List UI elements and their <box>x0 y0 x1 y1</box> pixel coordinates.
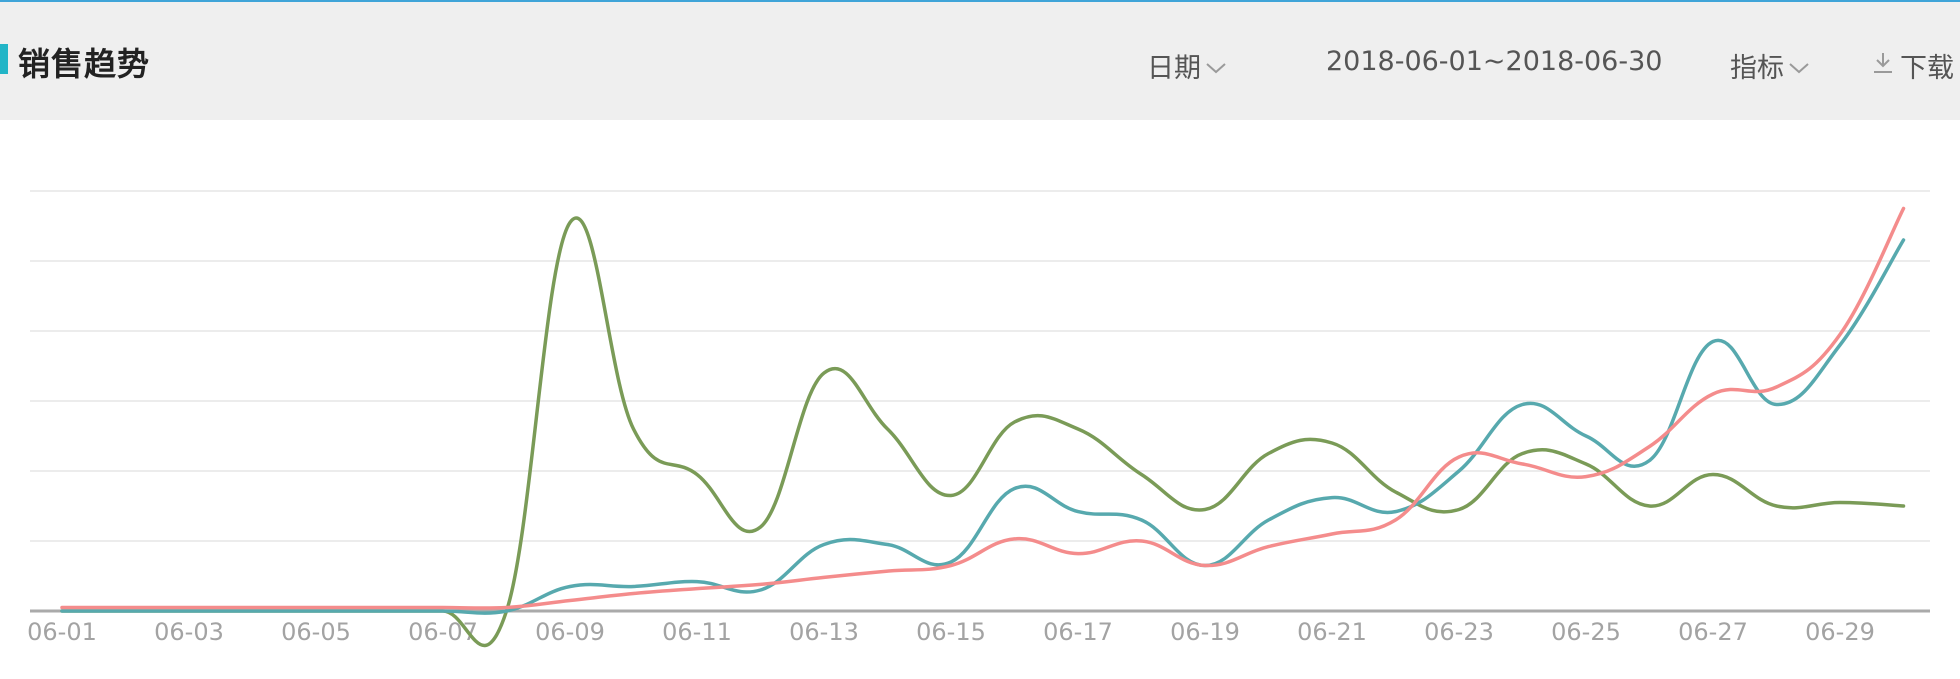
sales-trend-chart: 06-01 06-03 06-05 06-07 06-09 06-11 06-13 06-15… <box>0 120 1960 675</box>
x-tick-label: 06-13 <box>789 618 859 646</box>
chart-svg: 06-01 06-03 06-05 06-07 06-09 06-11 06-13 06-15… <box>27 190 1930 648</box>
x-tick-label: 06-25 <box>1551 618 1621 646</box>
series-line-3 <box>60 206 1906 610</box>
x-tick-label: 06-21 <box>1297 618 1367 646</box>
x-tick-label: 06-01 <box>27 618 97 646</box>
x-tick-label: 06-27 <box>1678 618 1748 646</box>
download-button[interactable]: 下载 <box>1872 46 1954 85</box>
metric-dropdown-label: 指标 <box>1730 53 1784 84</box>
panel-header: 销售趋势 日期 2018-06-01~2018-06-30 指标 下载 <box>0 2 1960 120</box>
x-tick-label: 06-19 <box>1170 618 1240 646</box>
metric-dropdown[interactable]: 指标 <box>1730 46 1810 85</box>
chart-grid <box>30 190 1930 542</box>
title-accent-bar <box>0 44 8 74</box>
x-tick-label: 06-23 <box>1424 618 1494 646</box>
x-tick-label: 06-11 <box>662 618 732 646</box>
series-line-1 <box>60 216 1906 648</box>
x-tick-label: 06-15 <box>916 618 986 646</box>
date-dropdown-label: 日期 <box>1147 53 1201 84</box>
chart-series <box>60 206 1906 648</box>
series-line-2 <box>60 238 1906 615</box>
x-tick-label: 06-05 <box>281 618 351 646</box>
chart-x-axis: 06-01 06-03 06-05 06-07 06-09 06-11 06-13 06-15… <box>27 609 1930 646</box>
download-icon <box>1872 51 1894 82</box>
chevron-down-icon <box>1788 51 1810 82</box>
x-tick-label: 06-03 <box>154 618 224 646</box>
x-tick-label: 06-09 <box>535 618 605 646</box>
date-range-value: 2018-06-01~2018-06-30 <box>1326 46 1663 77</box>
x-tick-label: 06-17 <box>1043 618 1113 646</box>
date-dropdown[interactable]: 日期 <box>1147 46 1227 85</box>
download-label: 下载 <box>1900 53 1954 84</box>
panel-title: 销售趋势 <box>18 45 151 83</box>
date-range-picker[interactable]: 2018-06-01~2018-06-30 <box>1326 46 1662 77</box>
x-tick-label: 06-29 <box>1805 618 1875 646</box>
chevron-down-icon <box>1205 51 1227 82</box>
